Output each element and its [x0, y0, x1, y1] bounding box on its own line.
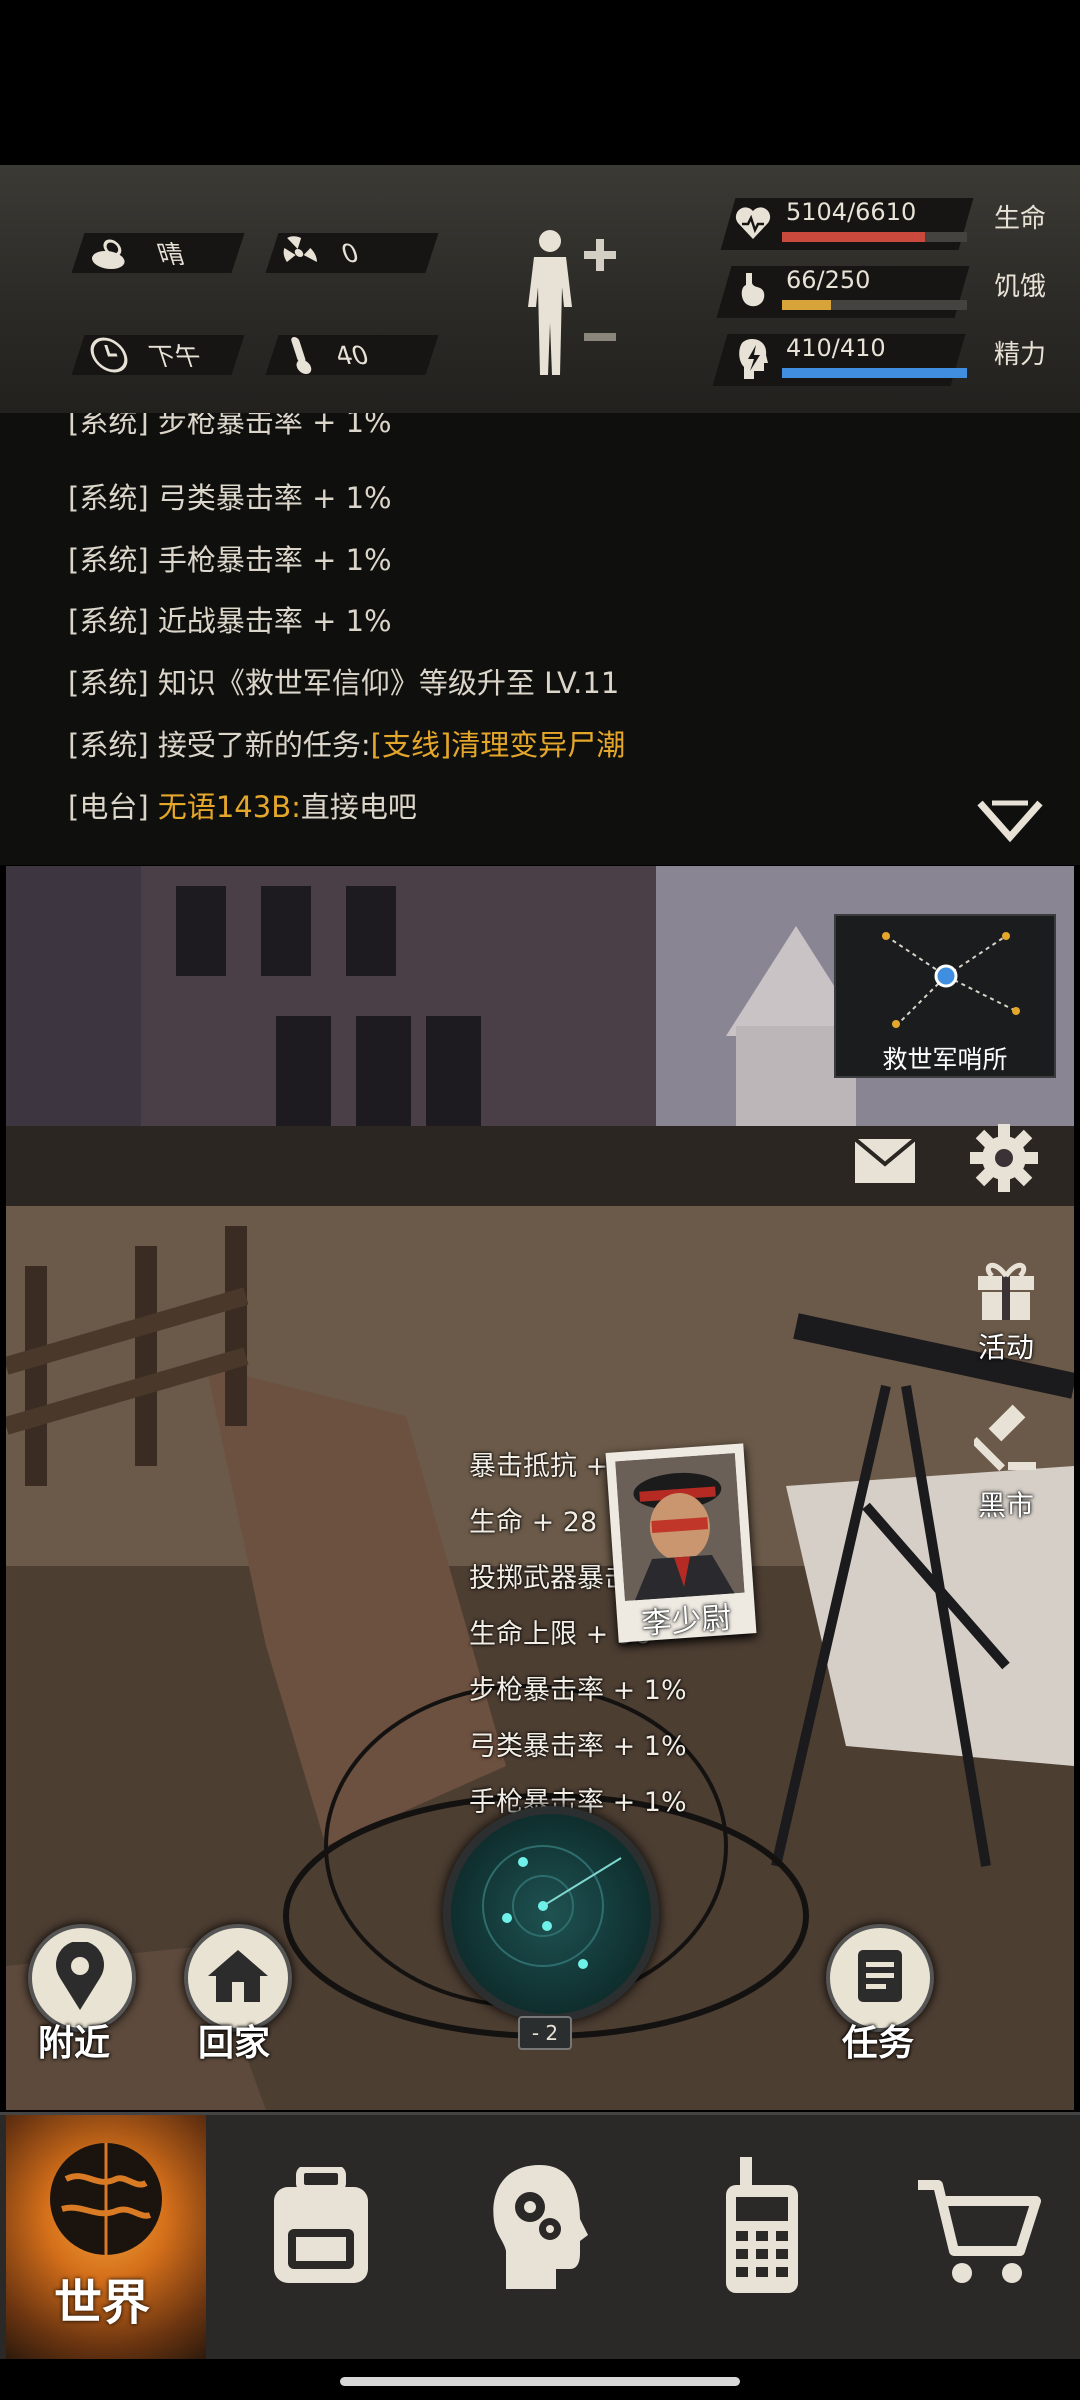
walkie-talkie-icon: [726, 2157, 798, 2293]
log-line: [系统] 步枪暴击率 + 1%: [68, 413, 392, 441]
log-text: 手枪暴击率 + 1%: [157, 543, 392, 577]
backpack-icon: [274, 2167, 368, 2283]
location-map-button[interactable]: 救世军哨所: [834, 914, 1056, 1078]
hunger-label: 饥饿: [994, 272, 1047, 302]
home-indicator[interactable]: [340, 2377, 740, 2386]
scroll-icon: [858, 1950, 902, 2002]
gear-icon[interactable]: [970, 1124, 1038, 1192]
hunger-bar-fill: [782, 300, 831, 310]
log-line: [电台] 无语143B:直接电吧: [68, 784, 417, 826]
log-prefix: [电台]: [68, 790, 149, 824]
globe-icon: [50, 2143, 162, 2255]
expand-log-chevron-icon[interactable]: [976, 797, 1044, 843]
radio-sender[interactable]: 无语143B:: [158, 790, 301, 824]
log-text: 知识《救世军信仰》等级升至 LV.11: [157, 666, 620, 700]
message-log[interactable]: [系统] 步枪暴击率 + 1% [系统] 弓类暴击率 + 1% [系统] 手枪暴…: [0, 413, 1080, 865]
heart-icon: [735, 207, 771, 239]
energy-bar-track: [782, 368, 967, 378]
log-text: 直接电吧: [300, 790, 417, 824]
hunger-bar-track: [782, 300, 967, 310]
black-market-button[interactable]: 黑市: [966, 1404, 1046, 1524]
log-text: 接受了新的任务:: [157, 728, 371, 762]
nav-shop[interactable]: [872, 2115, 1080, 2359]
quest-link[interactable]: [支线]清理变异尸潮: [371, 728, 626, 762]
log-line: [系统] 手枪暴击率 + 1%: [68, 537, 392, 579]
log-line: [系统] 弓类暴击率 + 1%: [68, 475, 392, 517]
time-display: 下午: [84, 335, 207, 375]
health-bar-fill: [782, 232, 925, 242]
log-prefix: [系统]: [68, 481, 149, 515]
nav-world[interactable]: 世界: [6, 2115, 206, 2359]
energy-label: 精力: [994, 340, 1047, 370]
brain-head-icon: [493, 2165, 588, 2289]
weather-display: 晴: [82, 233, 190, 273]
energy-value: 410/410: [786, 334, 886, 362]
log-prefix: [系统]: [68, 413, 149, 439]
gift-icon: [978, 1262, 1034, 1320]
head-bolt-icon: [739, 339, 768, 379]
buff-text: 生命 + 28: [469, 1507, 598, 1538]
shopping-cart-icon: [918, 2180, 1041, 2283]
activity-label: 活动: [978, 1331, 1035, 1364]
nearby-label: 附近: [38, 2023, 111, 2064]
buff-text: 弓类暴击率 + 1%: [469, 1731, 687, 1762]
radar-icon: [482, 1845, 622, 1969]
log-text: 步枪暴击率 + 1%: [157, 413, 392, 439]
npc-card[interactable]: 李少尉: [605, 1443, 757, 1643]
human-body-icon: [528, 230, 572, 375]
log-prefix: [系统]: [68, 543, 149, 577]
nav-skills[interactable]: [432, 2115, 648, 2359]
log-prefix: [系统]: [68, 604, 149, 638]
npc-name: 李少尉: [640, 1600, 733, 1642]
black-market-label: 黑市: [978, 1489, 1035, 1522]
home-label: 回家: [198, 2023, 271, 2064]
mail-icon[interactable]: [852, 1136, 918, 1186]
health-bar-track: [782, 232, 967, 242]
log-line: [系统] 知识《救世军信仰》等级升至 LV.11: [68, 660, 619, 702]
log-prefix: [系统]: [68, 666, 149, 700]
bottom-nav: 世界: [0, 2112, 1080, 2359]
activity-button[interactable]: 活动: [966, 1256, 1046, 1366]
gavel-icon: [971, 1404, 1036, 1471]
location-name: 救世军哨所: [882, 1045, 1008, 1074]
nav-world-label: 世界: [54, 2275, 151, 2331]
minus-icon: [584, 333, 616, 341]
npc-portrait: [615, 1453, 745, 1602]
stomach-icon: [741, 273, 765, 307]
log-line: [系统] 接受了新的任务:[支线]清理变异尸潮: [68, 722, 625, 764]
nav-backpack[interactable]: [212, 2115, 428, 2359]
radar[interactable]: [443, 1806, 659, 2022]
radar-level-badge: - 2: [518, 2016, 572, 2050]
log-line: [系统] 近战暴击率 + 1%: [68, 598, 392, 640]
scene-view: 救世军哨所 活动 黑市 暴击抵抗 + 1% 生命 + 28 投掷武器暴击 + 1…: [6, 866, 1074, 2110]
map-icon: [882, 932, 1020, 1028]
radiation-display: 0: [276, 233, 365, 273]
energy-bar-fill: [782, 368, 967, 378]
health-label: 生命: [994, 204, 1047, 234]
log-prefix: [系统]: [68, 728, 149, 762]
log-text: 近战暴击率 + 1%: [157, 604, 392, 638]
house-icon: [208, 1950, 268, 2002]
status-panel: 晴 0 下午 40 5104/6610 生命 66/250 饥饿 410/410…: [0, 165, 1080, 416]
map-pin-icon: [56, 1942, 104, 2010]
quest-label: 任务: [842, 2023, 915, 2064]
log-text: 弓类暴击率 + 1%: [157, 481, 392, 515]
temperature-display: 40: [284, 335, 375, 375]
health-value: 5104/6610: [786, 198, 917, 226]
hunger-value: 66/250: [786, 266, 871, 294]
nav-radio[interactable]: [652, 2115, 868, 2359]
body-status-button[interactable]: [520, 227, 630, 377]
plus-icon: [584, 239, 616, 271]
buff-text: 步枪暴击率 + 1%: [469, 1675, 687, 1706]
